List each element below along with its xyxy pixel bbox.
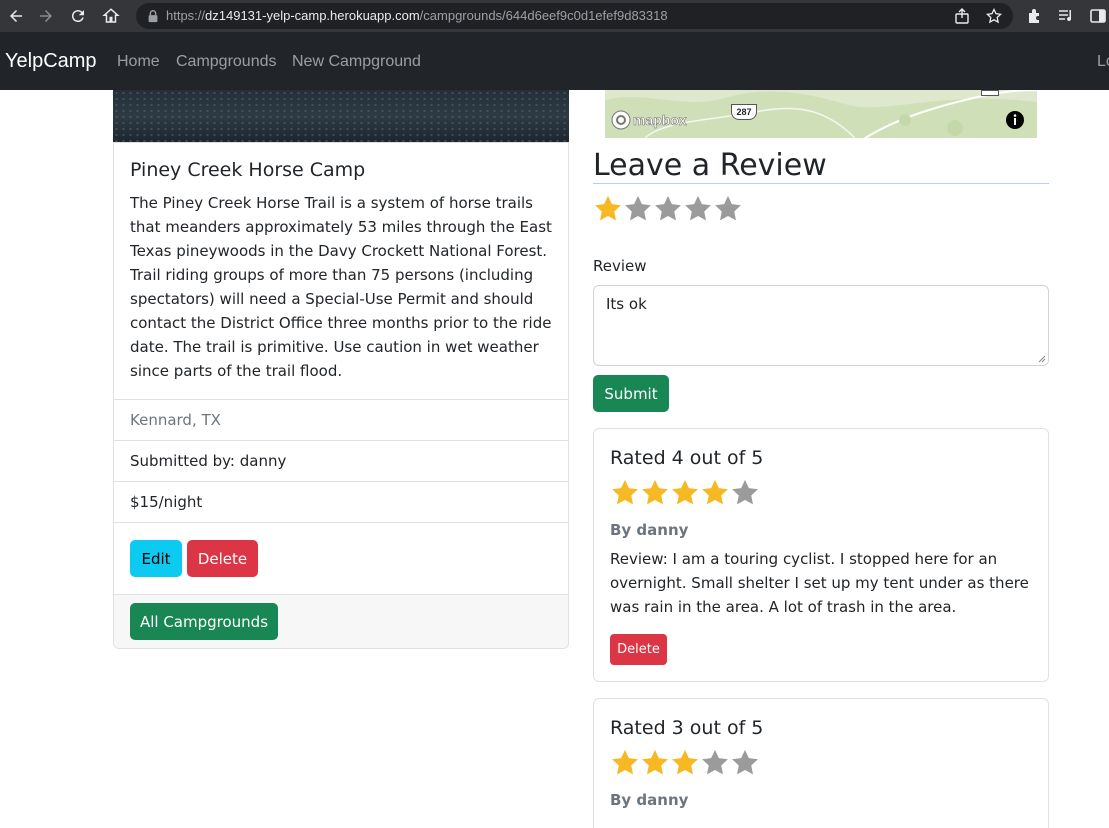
forward-arrow-icon[interactable] <box>34 4 58 28</box>
star-filled-icon <box>612 749 638 775</box>
review-author: By danny <box>610 521 689 539</box>
delete-campground-button[interactable]: Delete <box>187 540 258 577</box>
side-panel-icon[interactable] <box>1089 7 1107 25</box>
brand-logo[interactable]: YelpCamp <box>5 50 97 73</box>
url-text: https://dz149131-yelp-camp.herokuapp.com… <box>166 8 668 23</box>
star-filled-icon <box>672 479 698 505</box>
nav-link-home[interactable]: Home <box>117 53 160 71</box>
review-label: Review <box>593 257 647 275</box>
campground-description: The Piney Creek Horse Trail is a system … <box>130 194 552 380</box>
info-icon[interactable] <box>1005 110 1025 130</box>
campground-map[interactable]: 287 mapbox <box>605 90 1037 138</box>
home-icon[interactable] <box>99 4 123 28</box>
campground-price: $15/night <box>114 481 568 522</box>
review-card: Rated 4 out of 5 By danny Review: I am a… <box>593 428 1049 682</box>
star-filled-icon <box>672 749 698 775</box>
campground-card: Piney Creek Horse Camp The Piney Creek H… <box>113 142 569 649</box>
all-campgrounds-button[interactable]: All Campgrounds <box>130 603 278 640</box>
media-control-icon[interactable] <box>1057 7 1075 25</box>
campground-card-footer: All Campgrounds <box>114 594 568 648</box>
review-form-heading: Leave a Review <box>593 148 827 183</box>
review-card: Rated 3 out of 5 By danny <box>593 698 1049 828</box>
review-textarea[interactable]: Its ok <box>593 285 1049 366</box>
review-stars <box>610 748 760 778</box>
lock-icon <box>148 10 158 23</box>
delete-review-button[interactable]: Delete <box>610 634 667 665</box>
star-filled-icon <box>642 479 668 505</box>
nav-link-campgrounds[interactable]: Campgrounds <box>176 53 277 71</box>
campground-location: Kennard, TX <box>114 399 568 440</box>
review-rating-input[interactable] <box>593 194 743 224</box>
edit-button[interactable]: Edit <box>130 540 182 577</box>
star-empty-icon <box>732 479 758 505</box>
star-empty-icon <box>702 749 728 775</box>
bookmark-star-icon[interactable] <box>986 8 1002 24</box>
site-navbar: YelpCamp Home Campgrounds New Campground… <box>0 32 1109 90</box>
nav-link-logout[interactable]: Lo <box>1097 53 1109 71</box>
extensions-puzzle-icon[interactable] <box>1026 7 1044 25</box>
review-text: Review: I am a touring cyclist. I stoppe… <box>610 550 1029 616</box>
road-shield-287: 287 <box>731 104 757 120</box>
campground-actions: Edit Delete <box>114 522 568 594</box>
star-filled-icon <box>642 749 668 775</box>
review-textarea-value: Its ok <box>606 295 647 313</box>
star-empty-icon[interactable] <box>623 194 653 224</box>
submit-review-button[interactable]: Submit <box>593 375 669 412</box>
campground-card-body: Piney Creek Horse Camp The Piney Creek H… <box>130 159 554 383</box>
campground-author: Submitted by: danny <box>114 440 568 481</box>
resize-handle-icon[interactable] <box>1038 355 1046 363</box>
star-empty-icon <box>732 749 758 775</box>
mapbox-logo: mapbox <box>611 110 687 130</box>
star-empty-icon[interactable] <box>653 194 683 224</box>
star-filled-icon <box>702 479 728 505</box>
back-arrow-icon[interactable] <box>4 4 28 28</box>
share-icon[interactable] <box>954 8 970 24</box>
browser-toolbar: https://dz149131-yelp-camp.herokuapp.com… <box>0 0 1109 32</box>
star-filled-icon <box>612 479 638 505</box>
address-bar[interactable]: https://dz149131-yelp-camp.herokuapp.com… <box>136 3 1013 29</box>
mapbox-icon <box>611 110 631 130</box>
reload-icon[interactable] <box>66 4 90 28</box>
star-filled-icon[interactable] <box>593 194 623 224</box>
nav-link-new-campground[interactable]: New Campground <box>292 53 421 71</box>
heading-underline <box>593 183 1049 184</box>
star-empty-icon[interactable] <box>713 194 743 224</box>
campground-image <box>113 90 569 142</box>
campground-title: Piney Creek Horse Camp <box>130 159 366 181</box>
star-empty-icon[interactable] <box>683 194 713 224</box>
review-rating-title: Rated 4 out of 5 <box>610 447 764 469</box>
review-stars <box>610 478 760 508</box>
review-author: By danny <box>610 791 689 809</box>
road-shield <box>981 90 999 96</box>
review-rating-title: Rated 3 out of 5 <box>610 717 764 739</box>
